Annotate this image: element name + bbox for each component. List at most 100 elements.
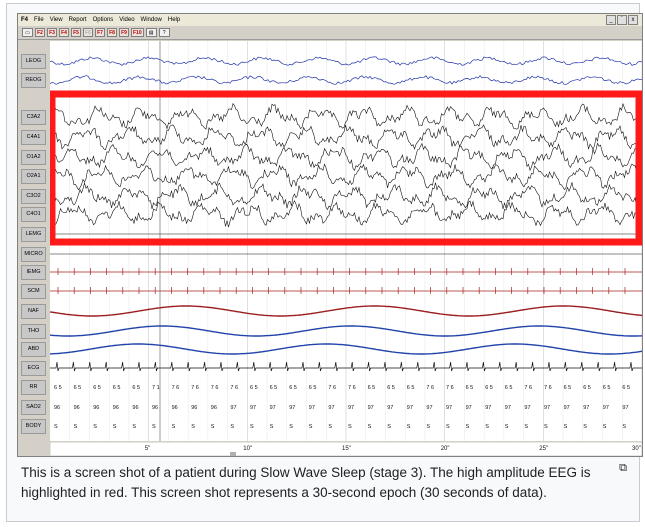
- channel-label-rr[interactable]: RR: [21, 380, 46, 395]
- toolbar-f6[interactable]: F6: [83, 28, 93, 37]
- sao2-value: 96: [191, 405, 197, 411]
- channel-label-o1a2[interactable]: O1A2: [21, 150, 46, 165]
- rr-value: 7 6: [211, 385, 219, 391]
- restore-button[interactable]: ´: [617, 15, 627, 25]
- sao2-value: 97: [446, 405, 452, 411]
- channel-label-leog[interactable]: LEOG: [21, 54, 46, 69]
- toolbar-f7[interactable]: F7: [95, 28, 105, 37]
- channel-label-ecg[interactable]: ECG: [21, 361, 46, 376]
- rr-value: 6 5: [564, 385, 572, 391]
- body-position-value: S: [211, 424, 215, 430]
- rr-value: 6 5: [583, 385, 591, 391]
- body-position-value: S: [113, 424, 117, 430]
- menu-view[interactable]: View: [50, 17, 63, 23]
- menu-file[interactable]: File: [34, 17, 44, 23]
- sao2-value: 97: [426, 405, 432, 411]
- toolbar-f2[interactable]: F2: [35, 28, 45, 37]
- toolbar-f3[interactable]: F3: [47, 28, 57, 37]
- channel-label-c4o1[interactable]: C4O1: [21, 207, 46, 222]
- rr-value: 6 5: [54, 385, 62, 391]
- sao2-value: 97: [544, 405, 550, 411]
- time-axis[interactable]: 5" 10" 15" 20" 25" 30": [50, 442, 642, 456]
- channel-label-sao2[interactable]: SAO2: [21, 400, 46, 415]
- rr-value: 6 5: [289, 385, 297, 391]
- time-tick-label: 5": [145, 446, 150, 452]
- sao2-value: 96: [93, 405, 99, 411]
- body-position-value: S: [387, 424, 391, 430]
- rr-value: 6 5: [132, 385, 140, 391]
- channel-label-o2a1[interactable]: O2A1: [21, 169, 46, 184]
- toolbar-f5[interactable]: F5: [71, 28, 81, 37]
- sao2-value: 97: [524, 405, 530, 411]
- sao2-value: 97: [583, 405, 589, 411]
- sao2-value: 96: [211, 405, 217, 411]
- body-position-value: S: [74, 424, 78, 430]
- sao2-value: 96: [74, 405, 80, 411]
- body-position-value: S: [289, 424, 293, 430]
- help-icon[interactable]: ?: [158, 28, 170, 37]
- channel-label-c3a2[interactable]: C3A2: [21, 110, 46, 125]
- menu-window[interactable]: Window: [141, 17, 162, 23]
- body-position-value: S: [172, 424, 176, 430]
- minimize-button[interactable]: _: [606, 15, 616, 25]
- rr-value: 7 6: [172, 385, 180, 391]
- menu-video[interactable]: Video: [119, 17, 134, 23]
- channel-label-lemg[interactable]: LEMG: [21, 227, 46, 242]
- channel-label-body[interactable]: BODY: [21, 419, 46, 434]
- rr-value: 7 6: [191, 385, 199, 391]
- menu-options[interactable]: Options: [93, 17, 114, 23]
- channel-label-iemg[interactable]: IEMG: [21, 265, 46, 280]
- close-button[interactable]: x: [628, 15, 638, 25]
- folder-icon[interactable]: ▭: [22, 28, 33, 37]
- body-position-value: S: [485, 424, 489, 430]
- body-position-value: S: [250, 424, 254, 430]
- sao2-value: 97: [230, 405, 236, 411]
- channel-label-c4a1[interactable]: C4A1: [21, 130, 46, 145]
- sao2-value: 97: [407, 405, 413, 411]
- toolbar-f4[interactable]: F4: [59, 28, 69, 37]
- scrollbar-thumb[interactable]: [230, 452, 236, 456]
- print-icon[interactable]: ▤: [145, 28, 157, 37]
- figure-caption: This is a screen shot of a patient durin…: [21, 465, 591, 500]
- rr-value: 7 1: [152, 385, 160, 391]
- expand-icon[interactable]: ⧉: [619, 462, 627, 475]
- time-tick-label: 10": [243, 446, 252, 452]
- channel-label-abd[interactable]: ABD: [21, 342, 46, 357]
- sao2-value: 96: [172, 405, 178, 411]
- body-position-value: S: [93, 424, 97, 430]
- rr-value: 6 5: [485, 385, 493, 391]
- rr-value: 7 6: [446, 385, 454, 391]
- rr-value: 6 5: [74, 385, 82, 391]
- rr-value: 6 5: [270, 385, 278, 391]
- time-tick-label: 25": [539, 446, 548, 452]
- channel-label-scm[interactable]: SCM: [21, 284, 46, 299]
- channel-label-c3o2[interactable]: C3O2: [21, 189, 46, 204]
- sao2-value: 97: [348, 405, 354, 411]
- body-position-value: S: [191, 424, 195, 430]
- sao2-value: 97: [466, 405, 472, 411]
- rr-value: 7 6: [524, 385, 532, 391]
- channel-label-micro[interactable]: MICRO: [21, 247, 46, 262]
- channel-label-naf[interactable]: NAF: [21, 304, 46, 319]
- channel-label-tho[interactable]: THO: [21, 324, 46, 339]
- app-logo: F4: [21, 17, 29, 23]
- time-tick-label: 20": [441, 446, 450, 452]
- toolbar-f9[interactable]: F9: [119, 28, 129, 37]
- body-position-value: S: [524, 424, 528, 430]
- rr-value: 7 6: [544, 385, 552, 391]
- sao2-value: 96: [113, 405, 119, 411]
- rr-value: 6 5: [368, 385, 376, 391]
- toolbar-f10[interactable]: F10: [131, 28, 144, 37]
- body-position-value: S: [54, 424, 58, 430]
- time-tick-label: 15": [342, 446, 351, 452]
- sao2-value: 97: [368, 405, 374, 411]
- rr-value: 6 5: [309, 385, 317, 391]
- menu-help[interactable]: Help: [168, 17, 180, 23]
- eeg-highlight-box: [50, 90, 642, 246]
- signal-trace-c4o1: [50, 200, 642, 228]
- body-position-value: S: [603, 424, 607, 430]
- menu-report[interactable]: Report: [69, 17, 87, 23]
- body-position-value: S: [564, 424, 568, 430]
- toolbar-f8[interactable]: F8: [107, 28, 117, 37]
- channel-label-reog[interactable]: REOG: [21, 73, 46, 88]
